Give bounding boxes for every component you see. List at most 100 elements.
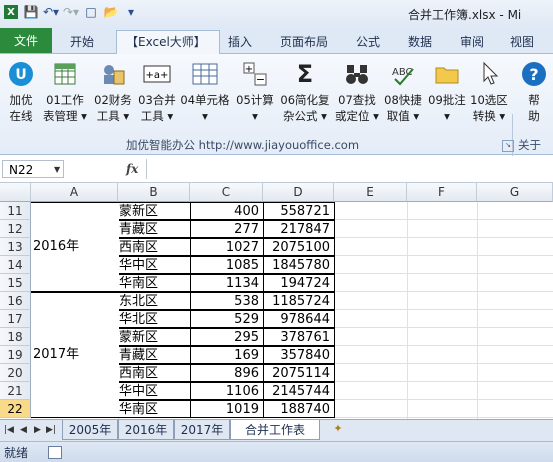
ribbon-button-simplify-formula[interactable]: Σ 06简化复 杂公式 ▾: [278, 58, 332, 130]
ribbon-button-help[interactable]: ? 帮 助: [514, 58, 553, 130]
merged-cell-year-2016[interactable]: 2016年: [31, 202, 119, 292]
column-header-c[interactable]: C: [190, 183, 263, 202]
ribbon-button-merge-tool[interactable]: +a+ 03合并 工具 ▾: [134, 58, 180, 130]
cell-amount[interactable]: 2075114: [263, 364, 335, 382]
cell-count[interactable]: 1085: [190, 256, 264, 274]
ribbon-button-find-locate[interactable]: 07查找 或定位 ▾: [332, 58, 382, 130]
column-header-f[interactable]: F: [407, 183, 477, 202]
ribbon-button-cell[interactable]: 04单元格 ▾: [180, 58, 230, 130]
row-header[interactable]: 16: [0, 292, 31, 310]
cell-region[interactable]: 华中区: [118, 382, 191, 400]
ribbon-button-calculate[interactable]: + − 05计算 ▾: [232, 58, 278, 130]
ribbon-button-sheet-manage[interactable]: 01工作 表管理 ▾: [42, 58, 88, 130]
column-header-d[interactable]: D: [263, 183, 334, 202]
cell-count[interactable]: 538: [190, 292, 264, 310]
cell-region[interactable]: 西南区: [118, 364, 191, 382]
row-header[interactable]: 21: [0, 382, 31, 400]
cell-count[interactable]: 529: [190, 310, 264, 328]
new-file-icon[interactable]: □: [84, 5, 98, 19]
cell-amount[interactable]: 378761: [263, 328, 335, 346]
cell-amount[interactable]: 194724: [263, 274, 335, 292]
row-header[interactable]: 22: [0, 400, 31, 418]
formula-input[interactable]: [146, 159, 552, 179]
cell-region[interactable]: 华南区: [118, 274, 191, 292]
prev-sheet-icon[interactable]: ◀: [20, 425, 27, 435]
row-header[interactable]: 11: [0, 202, 31, 220]
macro-record-icon[interactable]: [48, 446, 62, 459]
ribbon-button-finance-tool[interactable]: 02财务 工具 ▾: [90, 58, 136, 130]
tab-excel-master[interactable]: 【Excel大师】: [126, 33, 206, 50]
row-header[interactable]: 14: [0, 256, 31, 274]
tab-home[interactable]: 开始: [70, 33, 94, 50]
tab-page-layout[interactable]: 页面布局: [280, 33, 328, 50]
cell-amount[interactable]: 217847: [263, 220, 335, 238]
cell-count[interactable]: 1019: [190, 400, 264, 418]
cell-amount[interactable]: 188740: [263, 400, 335, 418]
cell-region[interactable]: 蒙新区: [118, 328, 191, 346]
sheet-tab-2005[interactable]: 2005年: [62, 420, 118, 440]
cell-amount[interactable]: 2145744: [263, 382, 335, 400]
tab-insert[interactable]: 插入: [228, 33, 252, 50]
cell-amount[interactable]: 558721: [263, 202, 335, 220]
cell-amount[interactable]: 978644: [263, 310, 335, 328]
tab-view[interactable]: 视图: [510, 33, 534, 50]
cell-count[interactable]: 896: [190, 364, 264, 382]
cell-count[interactable]: 277: [190, 220, 264, 238]
cell-amount[interactable]: 1185724: [263, 292, 335, 310]
row-header[interactable]: 18: [0, 328, 31, 346]
tab-file[interactable]: 文件: [0, 28, 52, 53]
row-header[interactable]: 15: [0, 274, 31, 292]
row-header[interactable]: 12: [0, 220, 31, 238]
cell-count[interactable]: 295: [190, 328, 264, 346]
cell-count[interactable]: 1027: [190, 238, 264, 256]
sheet-tab-2016[interactable]: 2016年: [118, 420, 174, 440]
sheet-tab-2017[interactable]: 2017年: [174, 420, 230, 440]
ribbon-button-selection-convert[interactable]: 10选区 转换 ▾: [466, 58, 512, 130]
row-header[interactable]: 13: [0, 238, 31, 256]
tab-data[interactable]: 数据: [408, 33, 432, 50]
cell-amount[interactable]: 357840: [263, 346, 335, 364]
customize-qat-icon[interactable]: ▾: [124, 5, 138, 19]
column-header-b[interactable]: B: [118, 183, 190, 202]
save-icon[interactable]: 💾: [24, 5, 39, 19]
column-header-a[interactable]: A: [31, 183, 118, 202]
row-header[interactable]: 17: [0, 310, 31, 328]
first-sheet-icon[interactable]: |◀: [4, 425, 14, 435]
ribbon-button-jiayou-online[interactable]: U 加优 在线: [0, 58, 44, 130]
select-all-corner[interactable]: [0, 183, 31, 202]
row-header[interactable]: 19: [0, 346, 31, 364]
cell-region[interactable]: 青藏区: [118, 346, 191, 364]
tab-formulas[interactable]: 公式: [356, 33, 380, 50]
cell-count[interactable]: 1134: [190, 274, 264, 292]
undo-icon[interactable]: ↶▾: [43, 5, 59, 19]
cell-region[interactable]: 华北区: [118, 310, 191, 328]
ribbon-button-comment[interactable]: 09批注 ▾: [424, 58, 470, 130]
chevron-down-icon[interactable]: ▼: [54, 165, 60, 174]
cell-count[interactable]: 400: [190, 202, 264, 220]
merged-cell-year-2017[interactable]: 2017年: [31, 292, 119, 418]
cell-count[interactable]: 169: [190, 346, 264, 364]
tab-review[interactable]: 审阅: [460, 33, 484, 50]
column-header-g[interactable]: G: [477, 183, 553, 202]
cell-count[interactable]: 1106: [190, 382, 264, 400]
sheet-tab-merged[interactable]: 合并工作表: [230, 420, 320, 440]
last-sheet-icon[interactable]: ▶|: [46, 425, 56, 435]
cell-amount[interactable]: 1845780: [263, 256, 335, 274]
ribbon-button-quick-value[interactable]: ABC 08快捷 取值 ▾: [380, 58, 426, 130]
cell-region[interactable]: 东北区: [118, 292, 191, 310]
open-folder-icon[interactable]: 📂: [104, 5, 119, 19]
row-header[interactable]: 20: [0, 364, 31, 382]
excel-app-icon[interactable]: X: [4, 5, 18, 19]
cell-region[interactable]: 蒙新区: [118, 202, 191, 220]
insert-sheet-icon[interactable]: ✦: [327, 422, 349, 438]
cell-region[interactable]: 华中区: [118, 256, 191, 274]
cell-region[interactable]: 西南区: [118, 238, 191, 256]
next-sheet-icon[interactable]: ▶: [34, 425, 41, 435]
redo-icon[interactable]: ↷▾: [63, 5, 79, 19]
column-header-e[interactable]: E: [334, 183, 407, 202]
cell-region[interactable]: 青藏区: [118, 220, 191, 238]
dialog-launcher-icon[interactable]: ↘: [502, 140, 514, 152]
cell-region[interactable]: 华南区: [118, 400, 191, 418]
cell-amount[interactable]: 2075100: [263, 238, 335, 256]
insert-function-icon[interactable]: fx: [126, 162, 138, 176]
